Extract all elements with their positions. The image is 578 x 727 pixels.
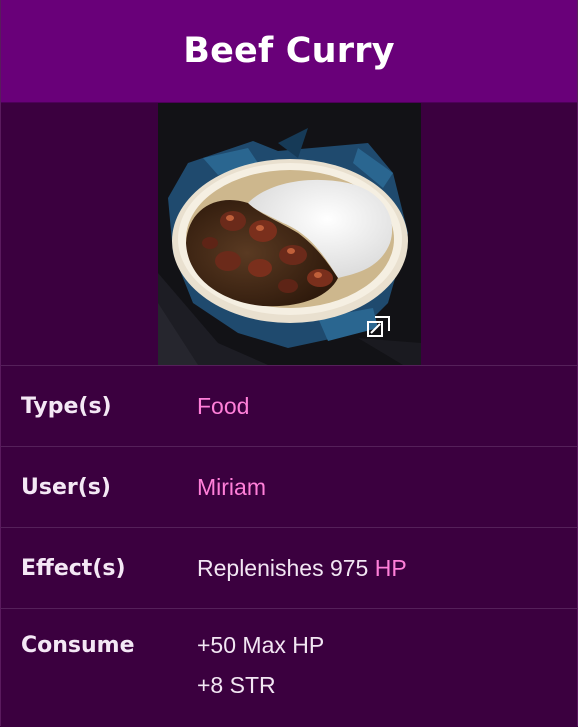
type-label: Type(s) [21,393,112,419]
effect-text: Replenishes 975 [197,555,375,581]
item-title: Beef Curry [183,31,395,71]
infobox-header: Beef Curry [1,0,577,103]
effect-label: Effect(s) [21,555,126,581]
item-infobox: Beef Curry Type(s) Food User(s) Miriam E… [0,0,578,726]
row-effect: Effect(s) Replenishes 975 HP [1,528,577,609]
consume-label: Consume [21,633,135,658]
item-image[interactable] [157,103,421,365]
consume-line-str: +8 STR [197,672,276,698]
row-user: User(s) Miriam [1,447,577,528]
expand-image-icon[interactable] [366,314,392,340]
user-miriam-link[interactable]: Miriam [197,474,266,500]
user-value: Miriam [197,467,266,507]
user-label: User(s) [21,474,111,500]
row-type: Type(s) Food [1,366,577,447]
item-image-section [1,103,577,366]
consume-line-max-hp: +50 Max HP [197,632,325,658]
effect-value: Replenishes 975 HP [197,548,407,588]
type-food-link[interactable]: Food [197,393,249,419]
type-value: Food [197,386,249,426]
consume-value: +50 Max HP +8 STR [197,625,324,727]
effect-hp-link[interactable]: HP [375,555,407,581]
row-consume: Consume +50 Max HP +8 STR [1,609,577,727]
